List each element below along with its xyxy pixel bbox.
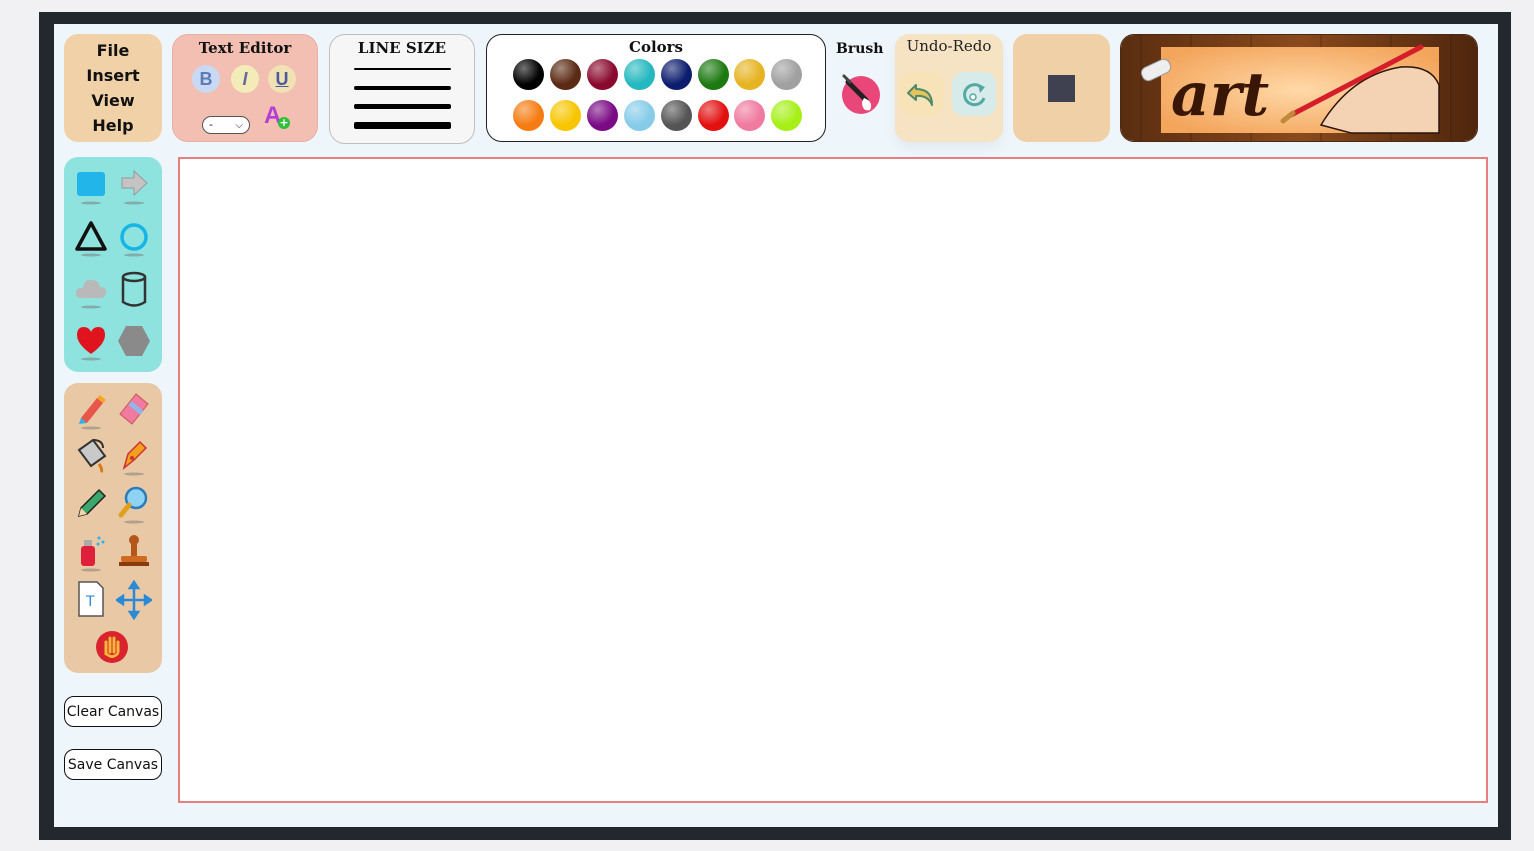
line-size-2[interactable] <box>354 86 451 90</box>
stop-square-icon <box>1048 74 1075 102</box>
circle-icon <box>120 223 148 257</box>
line-size-title: LINE SIZE <box>357 39 447 57</box>
color-swatch[interactable] <box>698 100 729 131</box>
arrow-tool[interactable] <box>116 166 152 206</box>
brush-icon <box>842 74 880 114</box>
heart-icon <box>77 327 105 361</box>
color-swatch[interactable] <box>587 59 618 90</box>
line-size-4[interactable] <box>354 122 451 129</box>
menu-help[interactable]: Help <box>92 116 133 135</box>
line-size-3[interactable] <box>354 104 451 109</box>
eraser-icon <box>119 393 149 425</box>
undo-redo-title: Undo-Redo <box>906 37 992 55</box>
color-swatch[interactable] <box>550 59 581 90</box>
hexagon-icon <box>118 326 150 356</box>
main-menu: File Insert View Help <box>64 34 162 142</box>
undo-button[interactable] <box>900 72 944 116</box>
move-tool[interactable] <box>114 579 154 621</box>
color-swatch[interactable] <box>661 100 692 131</box>
pen-nib-icon <box>122 440 148 476</box>
font-size-select[interactable]: - ⌵ <box>202 116 250 134</box>
color-swatch[interactable] <box>734 100 765 131</box>
chevron-down-icon: ⌵ <box>235 120 243 131</box>
pencil-tool[interactable] <box>73 484 109 524</box>
brush-button[interactable] <box>840 70 882 118</box>
menu-insert[interactable]: Insert <box>86 66 139 85</box>
marker-tool[interactable] <box>73 390 109 430</box>
hand-icon <box>96 631 128 663</box>
eraser-tool[interactable] <box>116 388 152 428</box>
color-swatch[interactable] <box>771 59 802 90</box>
text-box-icon: T <box>78 581 104 617</box>
brush-title: Brush <box>836 41 884 57</box>
spray-can-tool[interactable] <box>73 532 109 572</box>
move-icon <box>114 579 154 621</box>
marker-icon <box>79 395 106 430</box>
logo-text: art <box>1171 60 1269 130</box>
redo-icon <box>963 83 986 107</box>
menu-view[interactable]: View <box>91 91 134 110</box>
stamp-icon <box>119 535 149 566</box>
color-swatch[interactable] <box>698 59 729 90</box>
italic-button[interactable]: I <box>231 65 259 93</box>
paint-bucket-tool[interactable] <box>73 436 109 476</box>
triangle-icon <box>75 221 107 257</box>
bold-button[interactable]: B <box>192 65 220 93</box>
color-swatch[interactable] <box>513 100 544 131</box>
text-box-tool[interactable]: T <box>73 580 109 620</box>
underline-button[interactable]: U <box>268 65 296 93</box>
save-canvas-button[interactable]: Save Canvas <box>64 749 162 780</box>
pencil-icon <box>77 488 107 518</box>
cylinder-icon <box>121 271 147 307</box>
svg-text:T: T <box>85 594 95 610</box>
art-logo: art <box>1120 34 1478 142</box>
color-swatch[interactable] <box>624 100 655 131</box>
color-swatch[interactable] <box>624 59 655 90</box>
font-color-button[interactable]: A + <box>264 102 292 132</box>
font-size-value: - <box>209 118 213 131</box>
pen-nib-tool[interactable] <box>116 436 152 476</box>
circle-tool[interactable] <box>116 218 152 258</box>
hand-tool[interactable] <box>94 628 130 668</box>
undo-icon <box>907 84 933 106</box>
clear-canvas-button[interactable]: Clear Canvas <box>64 696 162 727</box>
plus-icon: + <box>278 116 290 129</box>
arrow-icon <box>121 169 148 205</box>
stamp-tool[interactable] <box>116 532 152 572</box>
magnifier-tool[interactable] <box>116 484 152 524</box>
redo-button[interactable] <box>952 72 996 116</box>
text-editor-title: Text Editor <box>198 39 292 57</box>
menu-file[interactable]: File <box>97 41 130 60</box>
triangle-tool[interactable] <box>73 218 109 258</box>
stop-button[interactable] <box>1013 34 1110 142</box>
rectangle-icon <box>77 172 105 205</box>
color-swatch[interactable] <box>550 100 581 131</box>
color-swatch[interactable] <box>734 59 765 90</box>
color-swatch[interactable] <box>661 59 692 90</box>
color-swatch[interactable] <box>771 100 802 131</box>
drawing-canvas[interactable] <box>178 157 1488 803</box>
heart-tool[interactable] <box>73 322 109 362</box>
cloud-tool[interactable] <box>73 270 109 310</box>
rectangle-tool[interactable] <box>73 166 109 206</box>
line-size-1[interactable] <box>354 68 451 70</box>
cloud-icon <box>75 279 107 309</box>
color-swatch[interactable] <box>587 100 618 131</box>
art-logo-image: art <box>1121 35 1477 141</box>
hexagon-tool[interactable] <box>116 322 152 362</box>
paint-bucket-icon <box>77 438 107 474</box>
colors-title: Colors <box>629 38 683 56</box>
color-swatch[interactable] <box>513 59 544 90</box>
magnifier-icon <box>118 486 148 524</box>
spray-can-icon <box>81 536 105 572</box>
cylinder-tool[interactable] <box>116 270 152 310</box>
